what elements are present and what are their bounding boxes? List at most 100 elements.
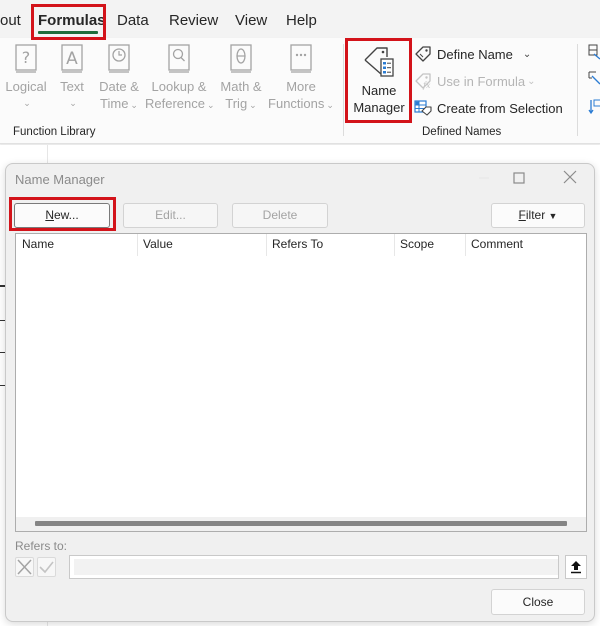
create-from-selection-label: Create from Selection: [437, 100, 563, 116]
clock-book-icon: [108, 44, 130, 73]
column-header-comment[interactable]: Comment: [471, 237, 523, 251]
math-trig-button[interactable]: Math & Trig ⌄: [217, 44, 265, 114]
refers-to-value: [74, 559, 558, 575]
chevron-down-icon: ⌄: [527, 75, 536, 87]
name-manager-label-1: Name: [361, 83, 397, 98]
ribbon-tab-bar: out Formulas Data Review View Help: [0, 0, 600, 38]
maximize-button[interactable]: [509, 170, 529, 190]
tab-data[interactable]: Data: [117, 12, 149, 29]
column-header-refers-to[interactable]: Refers To: [272, 237, 323, 251]
upload-arrow-icon: [571, 561, 581, 574]
use-in-formula-label: Use in Formula: [437, 73, 526, 89]
trace-precedents-icon[interactable]: [588, 44, 600, 62]
new-label: ew...: [53, 208, 79, 222]
column-divider[interactable]: [465, 234, 466, 256]
column-divider[interactable]: [394, 234, 395, 256]
refers-to-input[interactable]: [69, 555, 559, 579]
chevron-down-icon[interactable]: ⌄: [523, 49, 531, 60]
logical-button[interactable]: ? Logical ⌄: [4, 44, 48, 112]
minimize-icon: [479, 177, 489, 179]
lookup-reference-button[interactable]: Lookup & Reference ⌄: [145, 44, 215, 114]
svg-text:fx: fx: [422, 81, 431, 90]
column-divider[interactable]: [266, 234, 267, 256]
svg-text:A: A: [66, 49, 78, 69]
ellipsis-book-icon: [290, 44, 312, 73]
tab-review[interactable]: Review: [169, 12, 218, 29]
column-divider[interactable]: [137, 234, 138, 256]
tab-help[interactable]: Help: [286, 12, 317, 29]
date-time-label-2: Time: [100, 96, 129, 111]
name-tag-list-icon: [364, 47, 394, 77]
name-manager-button[interactable]: Name Manager: [349, 40, 409, 118]
close-button[interactable]: Close: [491, 589, 585, 615]
chevron-down-icon: ⌄: [249, 100, 257, 110]
refers-to-label: Refers to:: [15, 539, 68, 553]
tag-formula-icon: fx: [415, 73, 431, 90]
chevron-down-icon: ⌄: [326, 100, 334, 110]
more-functions-label-1: More: [286, 79, 316, 94]
svg-text:?: ?: [22, 48, 31, 67]
active-tab-indicator: [38, 31, 98, 34]
minimize-button[interactable]: [474, 170, 494, 190]
date-time-button[interactable]: Date & Time ⌄: [95, 44, 143, 114]
remove-arrows-icon[interactable]: [588, 98, 600, 116]
more-functions-button[interactable]: More Functions ⌄: [267, 44, 335, 114]
name-manager-label-2: Manager: [353, 100, 405, 115]
math-trig-label-1: Math &: [220, 79, 262, 94]
text-button[interactable]: A Text ⌄: [56, 44, 88, 112]
chevron-down-icon: ⌄: [23, 98, 31, 108]
define-name-button[interactable]: Define Name ⌄: [414, 44, 531, 64]
tab-page-layout[interactable]: out: [0, 12, 21, 29]
math-trig-label-2: Trig: [225, 96, 248, 111]
grid-tag-icon: [414, 100, 432, 116]
horizontal-scrollbar[interactable]: [16, 517, 586, 531]
name-manager-dialog: Name Manager New... Edit... Delete Filte…: [5, 163, 595, 622]
cancel-edit-button[interactable]: [15, 557, 34, 577]
close-icon: [563, 170, 577, 184]
question-book-icon: ?: [15, 44, 37, 73]
use-in-formula-button[interactable]: fx Use in Formula ⌄: [414, 71, 536, 91]
function-library-group-label: Function Library: [13, 126, 96, 138]
letter-a-book-icon: A: [61, 44, 83, 73]
tab-formulas[interactable]: Formulas: [38, 12, 106, 29]
create-from-selection-button[interactable]: Create from Selection: [414, 98, 563, 118]
group-separator: [577, 44, 578, 136]
lookup-label-2: Reference: [145, 96, 205, 111]
defined-names-group-label: Defined Names: [422, 126, 502, 138]
confirm-edit-button[interactable]: [37, 557, 56, 577]
close-window-button[interactable]: [560, 170, 580, 190]
ribbon: ? Logical ⌄ A Text ⌄ Date & Time ⌄ Looku…: [0, 38, 600, 144]
scrollbar-thumb[interactable]: [35, 521, 567, 526]
caret-down-icon: ▼: [548, 211, 558, 221]
trace-dependents-icon[interactable]: [588, 71, 600, 89]
define-name-label: Define Name: [437, 46, 513, 62]
chevron-down-icon: ⌄: [206, 100, 215, 110]
checkmark-icon: [39, 561, 54, 574]
column-header-name[interactable]: Name: [22, 237, 54, 251]
dialog-title: Name Manager: [15, 172, 105, 187]
names-list[interactable]: Name Value Refers To Scope Comment: [15, 233, 587, 532]
theta-book-icon: [230, 44, 252, 73]
date-time-label-1: Date &: [99, 79, 139, 94]
maximize-icon: [513, 172, 525, 184]
chevron-down-icon: ⌄: [69, 98, 77, 108]
new-mnemonic: N: [45, 208, 54, 222]
filter-mnemonic: F: [518, 208, 526, 222]
lookup-label-1: Lookup &: [151, 79, 207, 94]
text-label: Text: [60, 79, 84, 94]
tab-view[interactable]: View: [235, 12, 267, 29]
column-header-value[interactable]: Value: [143, 237, 173, 251]
delete-button[interactable]: Delete: [232, 203, 328, 228]
group-separator: [343, 44, 344, 136]
collapse-dialog-button[interactable]: [565, 555, 587, 579]
edit-button[interactable]: Edit...: [123, 203, 218, 228]
new-button[interactable]: New...: [14, 203, 110, 228]
chevron-down-icon: ⌄: [130, 100, 138, 110]
list-header: Name Value Refers To Scope Comment: [16, 234, 586, 256]
x-icon: [17, 559, 32, 575]
logical-label: Logical: [5, 79, 47, 94]
filter-label: ilter: [525, 208, 546, 222]
magnifier-book-icon: [168, 44, 190, 73]
filter-button[interactable]: Filter ▼: [491, 203, 585, 228]
column-header-scope[interactable]: Scope: [400, 237, 434, 251]
